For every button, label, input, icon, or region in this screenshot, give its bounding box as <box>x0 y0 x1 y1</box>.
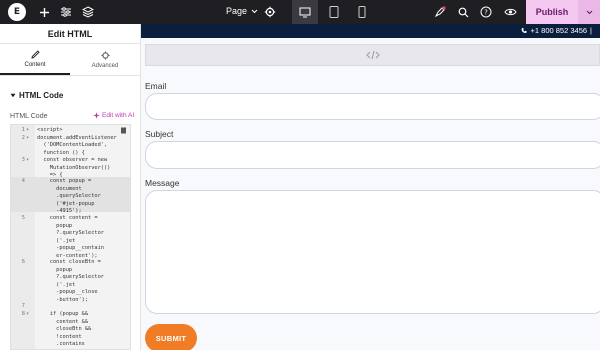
page-settings-dropdown[interactable]: Page <box>226 6 258 16</box>
subject-field[interactable] <box>145 141 600 169</box>
chevron-down-icon <box>251 9 258 13</box>
publish-options-button[interactable] <box>578 0 600 24</box>
tab-content-label: Content <box>24 61 46 68</box>
tab-advanced-label: Advanced <box>91 62 119 69</box>
top-toolbar: E Page ? Publish <box>0 0 600 24</box>
message-field[interactable] <box>145 190 600 314</box>
chevron-down-icon <box>586 10 592 14</box>
pencil-icon <box>30 49 40 59</box>
desktop-icon[interactable] <box>297 4 313 20</box>
top-header-bar: +1 800 852 3456 | <box>141 24 600 38</box>
caret-down-icon <box>10 93 16 98</box>
code-icon <box>365 50 380 60</box>
email-label: Email <box>145 81 167 91</box>
ai-sparkle-icon <box>93 112 100 119</box>
header-separator: | <box>590 26 592 35</box>
preview-canvas: +1 800 852 3456 | Email Subject Message … <box>141 24 600 350</box>
phone-icon <box>521 27 527 33</box>
fullscreen-editor-icon[interactable] <box>120 127 127 134</box>
widget-settings-panel: Edit HTML Content Advanced HTML Code HTM… <box>0 24 141 350</box>
tablet-icon[interactable] <box>326 4 342 20</box>
phone-number: +1 800 852 3456 <box>530 26 588 35</box>
structure-layers-icon[interactable] <box>80 4 96 20</box>
preview-eye-icon[interactable] <box>502 4 518 20</box>
message-label: Message <box>145 178 180 188</box>
elementor-logo-icon[interactable]: E <box>8 3 26 21</box>
subject-label: Subject <box>145 129 174 139</box>
submit-button[interactable]: SUBMIT <box>145 324 197 350</box>
edit-with-ai-label: Edit with AI <box>102 112 135 119</box>
site-settings-icon[interactable] <box>58 4 74 20</box>
code-editor[interactable]: 1 ▾ <script> 2 ▾ document.addEventListener (… <box>10 124 131 350</box>
publish-button[interactable]: Publish <box>526 0 578 24</box>
html-widget-placeholder[interactable] <box>145 44 600 66</box>
notifications-rocket-icon[interactable] <box>432 4 448 20</box>
help-icon[interactable]: ? <box>478 4 494 20</box>
edit-with-ai-link[interactable]: Edit with AI <box>93 112 134 119</box>
svg-text:?: ? <box>484 8 488 16</box>
page-label: Page <box>226 6 248 16</box>
email-field[interactable] <box>145 93 600 120</box>
mobile-icon[interactable] <box>354 4 370 20</box>
tab-content[interactable]: Content <box>0 44 70 75</box>
add-element-icon[interactable] <box>36 4 52 20</box>
panel-tabs: Content Advanced <box>0 44 140 76</box>
page-settings-gear-icon[interactable] <box>262 4 278 20</box>
html-code-label: HTML Code <box>10 113 48 120</box>
html-code-section-toggle[interactable]: HTML Code <box>10 91 63 100</box>
panel-title: Edit HTML <box>0 24 140 44</box>
section-title: HTML Code <box>19 91 64 100</box>
tab-advanced[interactable]: Advanced <box>70 44 140 75</box>
gear-icon <box>101 51 109 59</box>
phone-contact[interactable]: +1 800 852 3456 | <box>521 26 592 35</box>
search-icon[interactable] <box>455 4 471 20</box>
